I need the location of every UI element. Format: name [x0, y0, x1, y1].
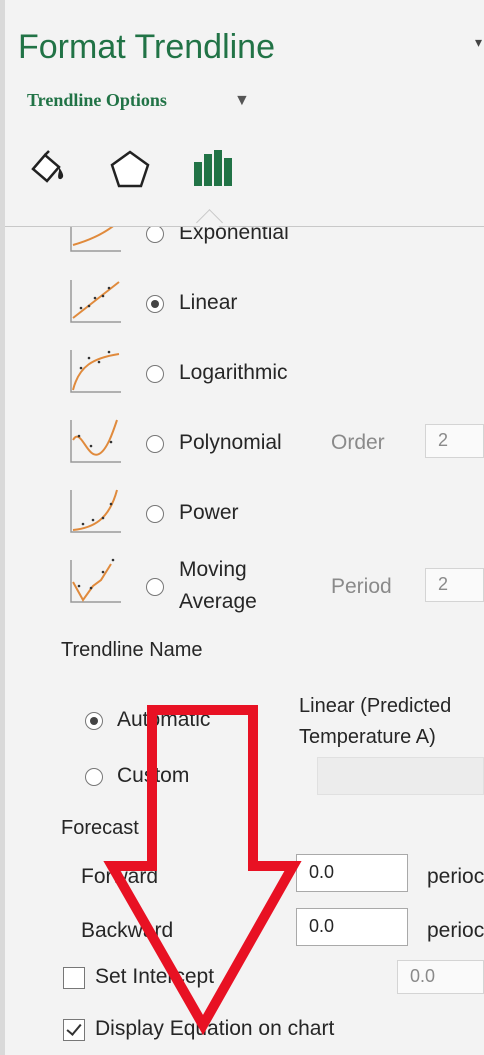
power-thumbnail-icon: [70, 489, 121, 533]
intercept-value-input[interactable]: 0.0: [397, 960, 484, 994]
label-set-intercept: Set Intercept: [95, 965, 215, 988]
custom-name-input[interactable]: [317, 757, 484, 795]
label-linear: Linear: [179, 291, 238, 314]
period-spinner[interactable]: 2: [425, 568, 484, 602]
backward-input[interactable]: 0.0: [296, 908, 408, 946]
backward-unit: perioc: [427, 919, 484, 942]
forward-input[interactable]: 0.0: [296, 854, 408, 892]
trendline-options-tab[interactable]: [187, 144, 237, 194]
moving-average-thumbnail-icon: [70, 558, 121, 603]
display-equation-checkbox[interactable]: [63, 1019, 85, 1041]
effects-tab[interactable]: [105, 144, 155, 194]
label-forward: Forward: [81, 865, 159, 888]
trendline-options-dropdown[interactable]: Trendline Options: [27, 90, 167, 111]
label-custom: Custom: [117, 764, 190, 787]
trendline-options-bar-icon: [194, 150, 232, 186]
radio-moving-average[interactable]: [146, 578, 164, 596]
label-display-equation: Display Equation on chart: [95, 1017, 335, 1040]
set-intercept-checkbox[interactable]: [63, 967, 85, 989]
pane-menu-arrow-icon[interactable]: ▾: [475, 34, 482, 51]
fill-line-icon: [31, 150, 64, 183]
radio-linear[interactable]: [146, 295, 164, 313]
automatic-name-line2: Temperature A): [299, 726, 436, 748]
label-period: Period: [331, 575, 392, 598]
radio-polynomial[interactable]: [146, 435, 164, 453]
radio-automatic[interactable]: [85, 712, 103, 730]
label-power: Power: [179, 501, 239, 524]
label-polynomial: Polynomial: [179, 431, 282, 454]
polynomial-thumbnail-icon: [70, 419, 121, 463]
fill-line-tab[interactable]: [22, 144, 72, 194]
label-average: Average: [179, 590, 257, 613]
radio-power[interactable]: [146, 505, 164, 523]
radio-logarithmic[interactable]: [146, 365, 164, 383]
radio-custom[interactable]: [85, 768, 103, 786]
automatic-name-line1: Linear (Predicted: [299, 695, 452, 717]
label-exponential: Exponential: [179, 227, 289, 244]
label-automatic: Automatic: [117, 708, 211, 731]
pane-title: Format Trendline: [18, 28, 275, 66]
label-backward: Backward: [81, 919, 174, 942]
exponential-thumbnail-icon: [70, 227, 121, 252]
options-scroll-area[interactable]: Exponential Linear Logarithmic Polynomia…: [5, 227, 484, 1055]
label-order: Order: [331, 431, 385, 454]
label-moving: Moving: [179, 558, 247, 581]
linear-thumbnail-icon: [70, 280, 121, 323]
logarithmic-thumbnail-icon: [70, 350, 121, 393]
forecast-heading: Forecast: [61, 817, 139, 839]
effects-pentagon-icon: [110, 150, 150, 188]
order-spinner[interactable]: 2: [425, 424, 484, 458]
forward-unit: perioc: [427, 865, 484, 888]
chevron-down-icon[interactable]: ▼: [234, 92, 250, 110]
trendline-name-heading: Trendline Name: [61, 639, 203, 661]
label-logarithmic: Logarithmic: [179, 361, 288, 384]
radio-exponential[interactable]: [146, 227, 164, 243]
